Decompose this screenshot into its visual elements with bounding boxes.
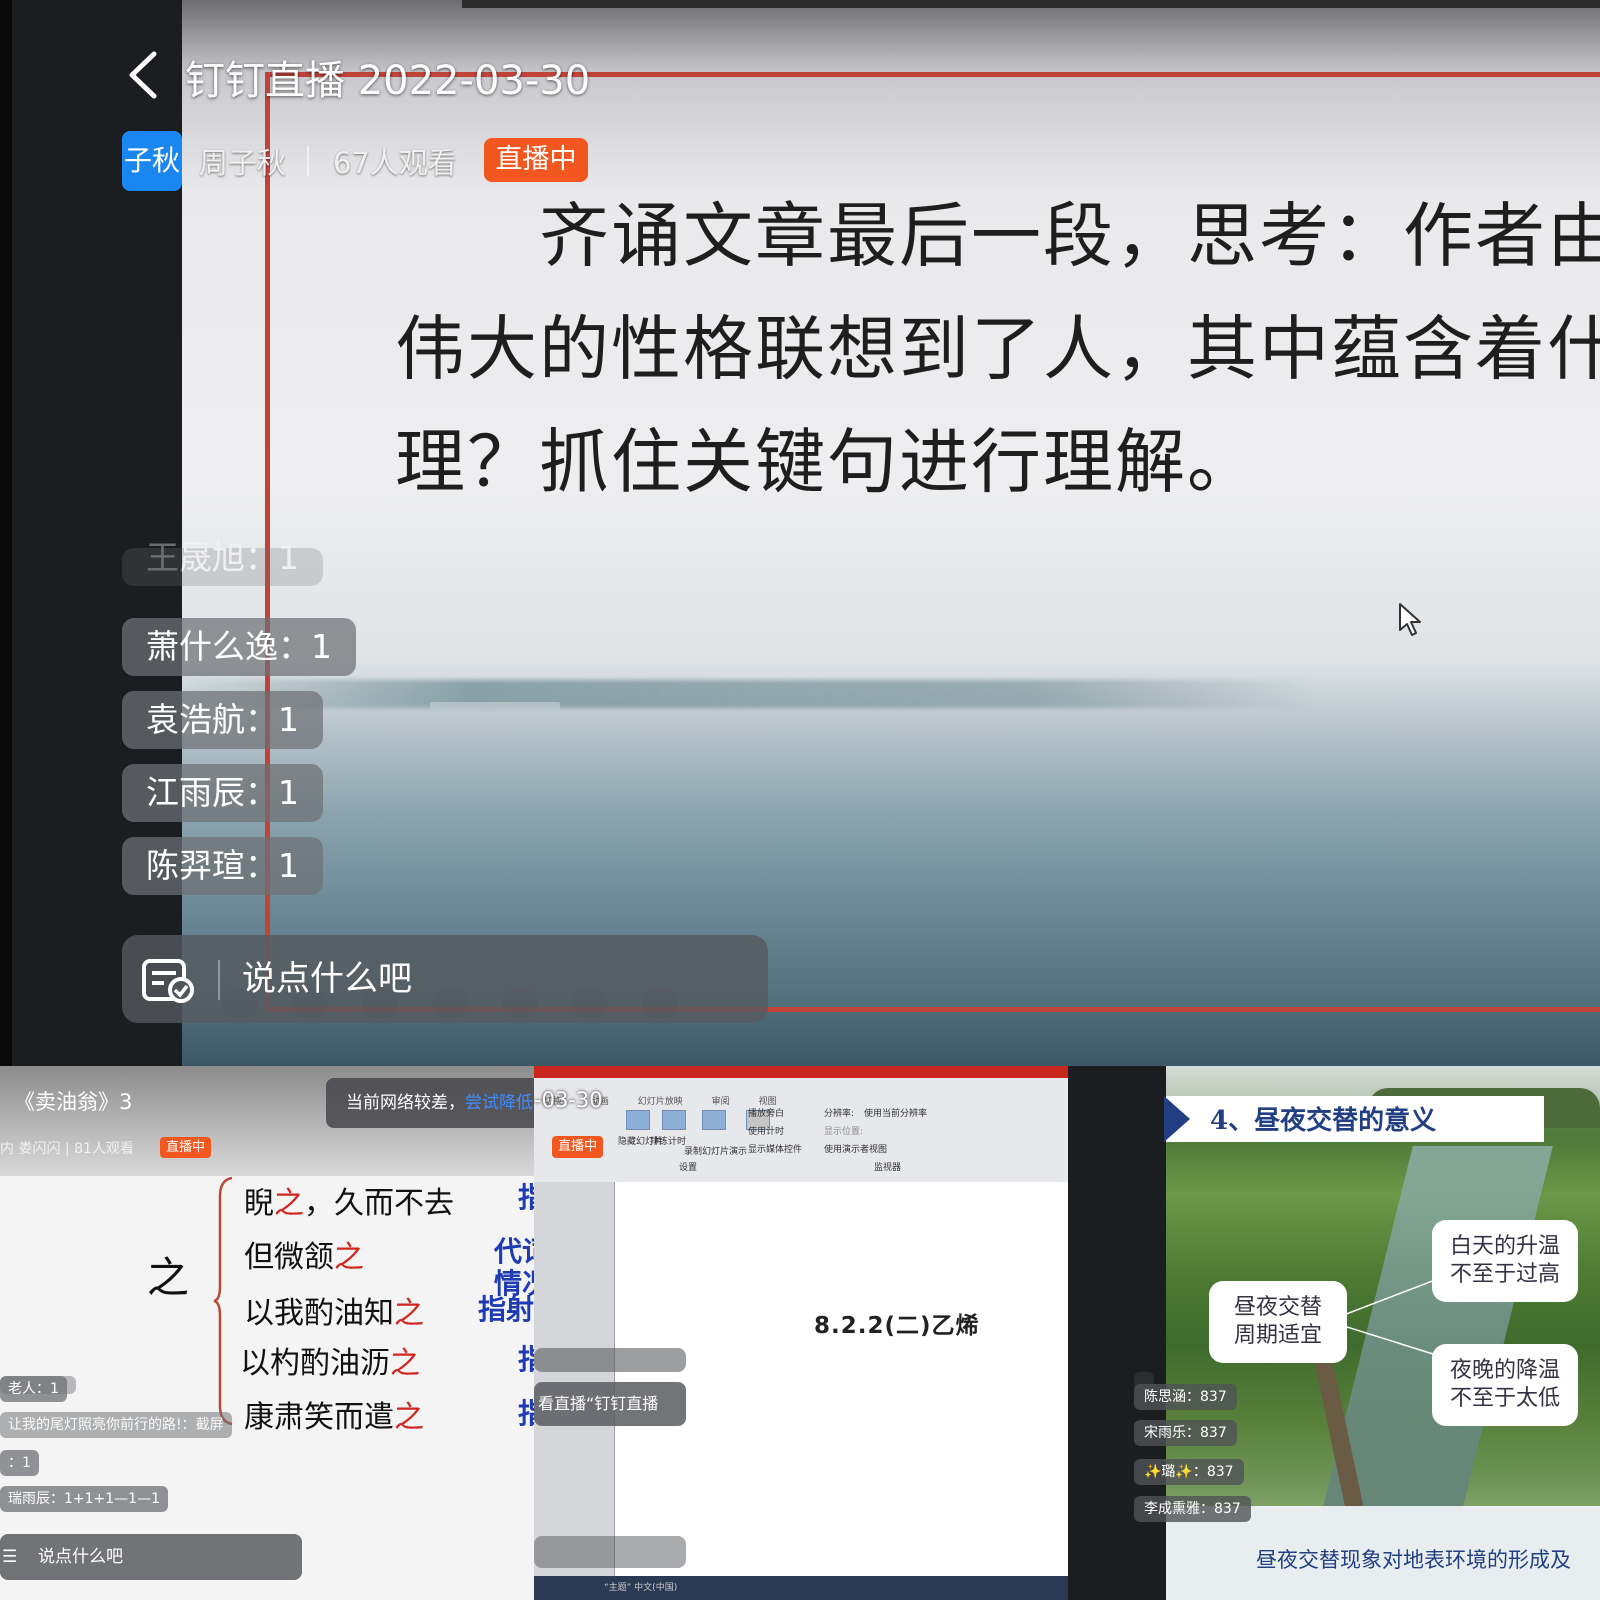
- chat-message: 宋雨乐：837: [1134, 1420, 1237, 1446]
- divider: [307, 146, 309, 176]
- live-status-badge: 直播中: [160, 1137, 212, 1158]
- annotation-label: 指: [518, 1181, 534, 1214]
- chat-message: 让我的尾灯照亮你前行的路!：截屏: [0, 1412, 232, 1438]
- concept-bubble: 夜晚的降温不至于太低: [1432, 1344, 1578, 1426]
- main-live-panel: 齐诵文章最后一段，思考：作者由 伟大的性格联想到了人，其中蕴含着什 理？抓住关键…: [0, 0, 1600, 1066]
- annotation-label: 指: [518, 1397, 534, 1430]
- divider: [218, 960, 220, 1000]
- slide-title: 8.2.2(二)乙烯: [814, 1313, 980, 1339]
- comment-edit-icon[interactable]: ☰: [2, 1534, 17, 1580]
- live-status-badge: 直播中: [484, 138, 588, 182]
- ribbon-option[interactable]: 显示媒体控件: [748, 1142, 802, 1155]
- ribbon-option[interactable]: 使用计时: [748, 1124, 784, 1137]
- left-dark-strip: [0, 0, 12, 1066]
- chevron-icon: [1164, 1096, 1190, 1142]
- ribbon-button-icon[interactable]: [662, 1110, 686, 1130]
- example-line: 但微颔之: [244, 1240, 364, 1275]
- bubble-text: 不至于太低: [1449, 1386, 1560, 1411]
- slide-line: 理？抓住关键句进行理解。: [395, 421, 1259, 503]
- big-character: 之: [147, 1253, 190, 1302]
- chat-message: 袁浩航：1: [122, 691, 323, 749]
- concept-bubble: 昼夜交替 周期适宜: [1209, 1281, 1347, 1363]
- ribbon-option[interactable]: 分辨率:: [824, 1106, 854, 1119]
- bubble-text: 不至于过高: [1449, 1262, 1560, 1287]
- ribbon-option[interactable]: 显示位置:: [824, 1124, 863, 1137]
- bubble-text: 夜晚的降温: [1449, 1358, 1560, 1383]
- slide-canvas: [614, 1182, 1068, 1576]
- concept-bubble: 白天的升温不至于过高: [1432, 1220, 1578, 1302]
- viewer-count: 67人观看: [333, 146, 457, 180]
- network-warning-text: 当前网络较差，: [346, 1093, 465, 1113]
- ribbon-button-icon[interactable]: [626, 1110, 650, 1130]
- stream-tile-left[interactable]: 《卖油翁》3 内 娄闪闪 | 81人观看 直播中 当前网络较差，尝试降低 之 睨…: [0, 1066, 534, 1600]
- status-text: “主题” 中文(中国): [604, 1583, 678, 1593]
- example-line: 睨之，久而不去: [244, 1186, 454, 1221]
- chat-message: [534, 1536, 686, 1568]
- stream-tile-middle[interactable]: 切换 动画 幻灯片放映 审阅 视图 播放旁白 使用计时 显示媒体控件 分辨率: …: [534, 1066, 1068, 1600]
- chat-message: ✨璐✨：837: [1134, 1459, 1244, 1485]
- host-avatar[interactable]: 子秋: [122, 131, 182, 191]
- ribbon-option[interactable]: 使用演示者视图: [824, 1142, 887, 1155]
- chat-message: 李成熏雅：837: [1134, 1496, 1251, 1522]
- ribbon-button-icon[interactable]: [702, 1110, 726, 1130]
- chat-message: [534, 1348, 686, 1372]
- bubble-text: 昼夜交替: [1233, 1295, 1322, 1320]
- tile-host: 内 娄闪闪 | 81人观看: [0, 1141, 134, 1157]
- ribbon-option[interactable]: 使用当前分辨率: [864, 1106, 927, 1119]
- chat-message: 老人：1: [0, 1376, 67, 1402]
- ribbon-tab[interactable]: 审阅: [712, 1097, 730, 1107]
- comment-input[interactable]: 说点什么吧: [122, 935, 768, 1023]
- chat-message: 陈思涵：837: [1134, 1384, 1237, 1410]
- chat-message: 萧什么逸：1: [122, 618, 356, 676]
- tile-title: 《卖油翁》3: [14, 1090, 133, 1114]
- ribbon-button-label[interactable]: 录制幻灯片演示: [684, 1144, 747, 1157]
- live-title: 钉钉直播 2022-03-30: [185, 58, 591, 104]
- slide-header-title: 4、昼夜交替的意义: [1210, 1106, 1437, 1136]
- comment-placeholder[interactable]: 说点什么吧: [242, 955, 412, 1003]
- status-bar: “主题” 中文(中国): [534, 1576, 1068, 1600]
- host-name: 周子秋: [199, 146, 287, 180]
- annotation-label: 指射: [478, 1293, 534, 1326]
- ribbon-group-label: 监视器: [874, 1163, 902, 1173]
- ribbon-option[interactable]: 播放旁白: [748, 1106, 784, 1119]
- network-warning-toast: 当前网络较差，尝试降低: [326, 1078, 534, 1128]
- example-line: 康肃笑而遣之: [244, 1400, 424, 1435]
- comment-input[interactable]: ☰ 说点什么吧: [0, 1534, 302, 1580]
- chat-message: ：1: [0, 1450, 39, 1476]
- chat-message: 瑞雨辰：1+1+1—1—1: [0, 1486, 168, 1512]
- stream-tile-right[interactable]: 4、昼夜交替的意义 昼夜交替周期适宜 白天的升温不至于过高 夜晚的降温不至于太低…: [1068, 1066, 1600, 1600]
- chat-message: 陈羿瑄：1: [122, 837, 323, 895]
- example-line: 以杓酌油沥之: [240, 1346, 420, 1381]
- slide-top-edge: [462, 0, 1600, 8]
- ribbon-group-label: 设置: [679, 1163, 698, 1173]
- example-line: 以我酌油知之: [244, 1296, 424, 1331]
- chat-message: 王晟旭：1: [122, 541, 323, 586]
- slide-line: 齐诵文章最后一段，思考：作者由: [395, 195, 1600, 277]
- slide-line: 伟大的性格联想到了人，其中蕴含着什: [395, 308, 1600, 390]
- chat-message: 江雨辰：1: [122, 764, 323, 822]
- comment-placeholder[interactable]: 说点什么吧: [38, 1534, 123, 1580]
- cursor-icon: [1399, 603, 1421, 636]
- date-overlay: -03-30: [534, 1088, 603, 1112]
- comment-edit-icon[interactable]: [142, 959, 194, 1003]
- annotation-label: 指: [518, 1343, 534, 1376]
- chat-message: 看直播“钉钉直播: [534, 1382, 686, 1426]
- powerpoint-ribbon: 切换 动画 幻灯片放映 审阅 视图 播放旁白 使用计时 显示媒体控件 分辨率: …: [534, 1078, 1068, 1183]
- window-title-bar: [534, 1066, 1068, 1078]
- slide-text: 齐诵文章最后一段，思考：作者由 伟大的性格联想到了人，其中蕴含着什 理？抓住关键…: [395, 180, 1600, 519]
- slide-caption: 昼夜交替现象对地表环境的形成及: [1256, 1548, 1571, 1572]
- ribbon-tab[interactable]: 幻灯片放映: [638, 1097, 683, 1107]
- bubble-text: 白天的升温: [1449, 1234, 1560, 1259]
- live-status-badge: 直播中: [552, 1136, 604, 1158]
- brace-shape: [213, 1176, 233, 1426]
- network-warning-action[interactable]: 尝试降低: [465, 1093, 533, 1113]
- back-arrow-icon[interactable]: [122, 50, 172, 100]
- bubble-text: 周期适宜: [1233, 1323, 1322, 1348]
- ribbon-button-label[interactable]: 排练计时: [650, 1134, 686, 1147]
